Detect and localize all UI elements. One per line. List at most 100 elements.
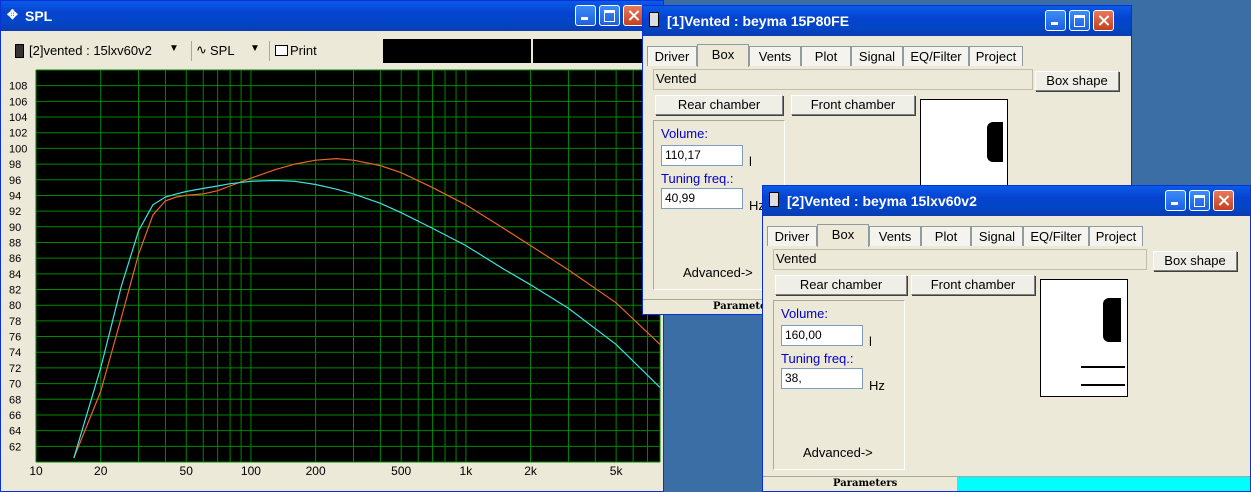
maximize-button[interactable] xyxy=(1069,10,1090,31)
tuning-label: Tuning freq.: xyxy=(781,351,854,366)
tab-vents[interactable]: Vents xyxy=(749,46,801,66)
x-tick-label: 2k xyxy=(524,464,538,478)
volume-input[interactable]: 110,17 xyxy=(661,145,743,166)
y-tick-label: 80 xyxy=(9,300,21,312)
y-tick-label: 64 xyxy=(9,426,21,438)
tuning-input[interactable]: 40,99 xyxy=(661,188,743,209)
y-tick-label: 106 xyxy=(9,96,27,108)
minimize-button[interactable] xyxy=(575,5,596,26)
volume-label: Volume: xyxy=(661,126,708,141)
minimize-icon xyxy=(1046,11,1065,30)
win1-titlebar[interactable]: [1]Vented : beyma 15P80FE xyxy=(643,6,1131,36)
y-tick-label: 92 xyxy=(9,206,21,218)
chevron-down-icon: ▼ xyxy=(250,43,260,54)
advanced-button[interactable]: Advanced-> xyxy=(683,265,753,280)
x-tick-label: 50 xyxy=(180,464,194,478)
tab-eq-filter[interactable]: EQ/Filter xyxy=(1023,226,1089,246)
mode-select[interactable]: ∿ SPL ▼ xyxy=(191,41,266,61)
front-chamber-button[interactable]: Front chamber xyxy=(911,275,1035,295)
advanced-button[interactable]: Advanced-> xyxy=(803,445,873,460)
tuning-input[interactable]: 38, xyxy=(781,368,863,389)
x-tick-label: 5k xyxy=(610,464,624,478)
y-tick-label: 90 xyxy=(9,222,21,234)
tab-plot[interactable]: Plot xyxy=(801,46,851,66)
win2-title: [2]Vented : beyma 15lxv60v2 xyxy=(787,193,977,209)
y-tick-label: 82 xyxy=(9,285,21,297)
speaker-icon xyxy=(769,192,781,208)
box-type-field: Vented xyxy=(773,249,1147,270)
y-tick-label: 74 xyxy=(9,347,21,359)
spl-title: SPL xyxy=(25,8,53,24)
volume-label: Volume: xyxy=(781,306,828,321)
tab-project[interactable]: Project xyxy=(969,46,1023,66)
y-tick-label: 76 xyxy=(9,332,21,344)
spl-chart: 108 106 104 102 100 98 96 94 92 90 88 86 84 82 80 78 76 7… xyxy=(9,69,661,478)
front-chamber-button[interactable]: Front chamber xyxy=(791,95,915,115)
tab-box[interactable]: Box xyxy=(697,44,749,67)
y-tick-label: 100 xyxy=(9,143,27,155)
maximize-button[interactable] xyxy=(599,5,620,26)
x-tick-label: 200 xyxy=(306,464,326,478)
x-tick-label: 20 xyxy=(94,464,108,478)
y-tick-label: 108 xyxy=(9,81,27,93)
y-tick-label: 66 xyxy=(9,410,21,422)
print-label: Print xyxy=(290,43,317,58)
close-button[interactable] xyxy=(623,5,644,26)
port-line-icon xyxy=(1081,366,1125,368)
printer-icon xyxy=(275,45,288,56)
y-tick-label: 62 xyxy=(9,441,21,453)
y-tick-label: 72 xyxy=(9,363,21,375)
speaker-silhouette-icon xyxy=(987,122,1003,162)
close-icon xyxy=(624,6,643,25)
box-shape-button[interactable]: Box shape xyxy=(1035,71,1119,91)
x-tick-label: 100 xyxy=(241,464,261,478)
tab-signal[interactable]: Signal xyxy=(971,226,1023,246)
maximize-icon xyxy=(1190,191,1209,210)
y-tick-label: 86 xyxy=(9,253,21,265)
tab-signal[interactable]: Signal xyxy=(851,46,903,66)
win2-statusbar: Parameters xyxy=(763,476,1250,491)
tab-plot[interactable]: Plot xyxy=(921,226,971,246)
minimize-icon xyxy=(1166,191,1185,210)
status-progress xyxy=(957,477,1250,491)
maximize-icon xyxy=(600,6,619,25)
volume-input[interactable]: 160,00 xyxy=(781,325,863,346)
win2-titlebar[interactable]: [2]Vented : beyma 15lxv60v2 xyxy=(763,186,1250,216)
tab-driver[interactable]: Driver xyxy=(647,46,697,66)
box-shape-button[interactable]: Box shape xyxy=(1153,251,1237,271)
close-button[interactable] xyxy=(1213,190,1234,211)
print-button[interactable]: Print xyxy=(269,41,330,61)
mode-select-value: SPL xyxy=(210,43,235,58)
spl-window: ✥ SPL [2]vented : 15lxv60v2 ▼ ∿ SPL ▼ Pr… xyxy=(0,0,664,492)
spl-titlebar[interactable]: ✥ SPL xyxy=(1,1,663,31)
tab-eq-filter[interactable]: EQ/Filter xyxy=(903,46,969,66)
close-button[interactable] xyxy=(1093,10,1114,31)
x-tick-label: 10 xyxy=(29,464,43,478)
wave-icon: ∿ xyxy=(196,42,207,57)
tuning-label: Tuning freq.: xyxy=(661,171,734,186)
minimize-button[interactable] xyxy=(1045,10,1066,31)
y-tick-label: 88 xyxy=(9,237,21,249)
rear-chamber-button[interactable]: Rear chamber xyxy=(655,95,783,115)
tab-vents[interactable]: Vents xyxy=(869,226,921,246)
y-tick-label: 94 xyxy=(9,190,21,202)
driver-select[interactable]: [2]vented : 15lxv60v2 ▼ xyxy=(11,41,183,61)
maximize-button[interactable] xyxy=(1189,190,1210,211)
box-preview xyxy=(920,99,1008,199)
speaker-silhouette-icon xyxy=(1103,298,1121,342)
close-icon xyxy=(1094,11,1113,30)
tuning-unit: Hz xyxy=(869,378,885,393)
box-type-field: Vented xyxy=(653,69,1033,90)
win1-title: [1]Vented : beyma 15P80FE xyxy=(667,13,850,29)
rear-chamber-button[interactable]: Rear chamber xyxy=(775,275,907,295)
tab-driver[interactable]: Driver xyxy=(767,226,817,246)
y-tick-label: 68 xyxy=(9,394,21,406)
y-tick-label: 104 xyxy=(9,112,27,124)
y-tick-label: 70 xyxy=(9,379,21,391)
tab-project[interactable]: Project xyxy=(1089,226,1143,246)
maximize-icon xyxy=(1070,11,1089,30)
minimize-button[interactable] xyxy=(1165,190,1186,211)
y-tick-label: 98 xyxy=(9,159,21,171)
spl-toolbar: [2]vented : 15lxv60v2 ▼ ∿ SPL ▼ Print xyxy=(5,39,659,63)
tab-box[interactable]: Box xyxy=(817,224,869,247)
